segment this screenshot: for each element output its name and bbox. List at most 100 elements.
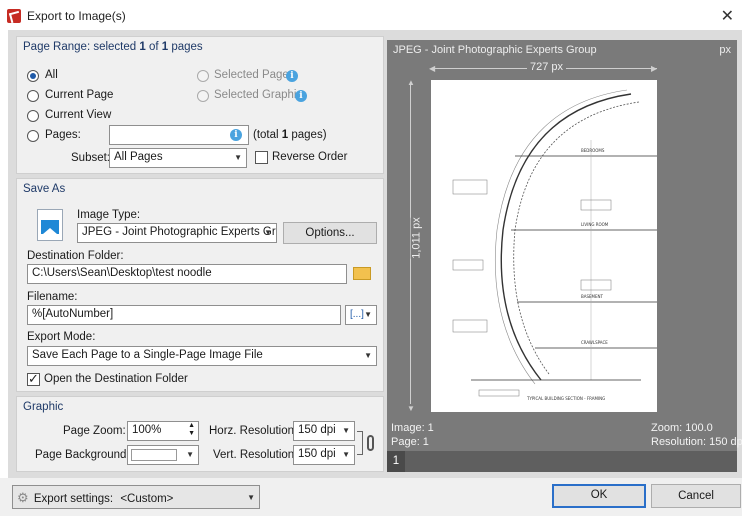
zoom-info: Zoom: 100.0 — [651, 422, 713, 434]
open-folder-label[interactable]: Open the Destination Folder — [44, 373, 188, 385]
export-settings-value: <Custom> — [120, 493, 174, 505]
preview-page: BEDROOMS LIVING ROOM BASEMENT CRAWLSPACE… — [431, 80, 657, 412]
destination-folder-input[interactable]: C:\Users\Sean\Desktop\test noodle — [27, 264, 347, 284]
reverse-order-label[interactable]: Reverse Order — [272, 151, 347, 163]
options-button[interactable]: Options... — [283, 222, 377, 244]
page-zoom-input[interactable]: 100% ▲ ▼ — [127, 421, 199, 441]
radio-pages[interactable] — [27, 130, 39, 142]
export-mode-select[interactable]: Save Each Page to a Single-Page Image Fi… — [27, 346, 377, 366]
chevron-down-icon: ▼ — [264, 228, 272, 237]
open-folder-checkbox[interactable] — [27, 371, 40, 387]
filename-label: Filename: — [27, 291, 78, 303]
save-as-title: Save As — [23, 183, 66, 195]
drawing-label: TYPICAL BUILDING SECTION - FRAMING — [526, 396, 605, 401]
image-type-label: Image Type: — [77, 209, 141, 221]
page-thumbnail-strip: 1 — [387, 451, 737, 472]
destination-folder-label: Destination Folder: — [27, 250, 124, 262]
radio-current-page[interactable] — [27, 90, 39, 102]
macro-button[interactable]: [...] ▼ — [345, 305, 377, 325]
macro-button-label: [...] — [350, 309, 364, 320]
graphic-title: Graphic — [23, 401, 64, 413]
arrow-down-icon: ▼ — [407, 404, 415, 413]
close-icon[interactable]: ✕ — [721, 6, 734, 26]
save-as-panel: Save As Image Type: JPEG - Joint Photogr… — [16, 178, 384, 392]
image-type-value: JPEG - Joint Photographic Experts Group — [82, 226, 277, 238]
export-mode-value: Save Each Page to a Single-Page Image Fi… — [32, 349, 263, 361]
export-settings-select[interactable]: ⚙ Export settings: <Custom> ▼ — [12, 485, 260, 509]
radio-pages-label[interactable]: Pages: — [45, 129, 81, 141]
export-settings-label: Export settings: — [33, 493, 114, 505]
drawing-label: BEDROOMS — [581, 148, 605, 153]
ok-button[interactable]: OK — [552, 484, 646, 508]
horz-resolution-label: Horz. Resolution: — [209, 425, 298, 437]
chevron-down-icon: ▼ — [234, 153, 242, 162]
chain-link-icon[interactable] — [367, 435, 374, 451]
preview-unit: px — [719, 44, 731, 56]
chevron-down-icon: ▼ — [342, 450, 350, 459]
link-bracket — [357, 431, 363, 455]
radio-current-view-label[interactable]: Current View — [45, 109, 111, 121]
page-thumbnail[interactable]: 1 — [387, 451, 405, 472]
preview-format-title: JPEG - Joint Photographic Experts Group — [393, 44, 597, 56]
radio-all-label[interactable]: All — [45, 69, 58, 81]
radio-selected-pages-label[interactable]: Selected Pages — [214, 69, 295, 81]
chevron-down-icon: ▼ — [364, 310, 372, 319]
vert-resolution-value: 150 dpi — [298, 448, 336, 460]
reverse-order-checkbox[interactable] — [255, 151, 268, 164]
drawing-label: LIVING ROOM — [581, 222, 609, 227]
horz-resolution-value: 150 dpi — [298, 424, 336, 436]
resolution-info: Resolution: 150 dpi — [651, 436, 742, 448]
arrow-right-icon: ▶ — [651, 64, 658, 73]
page-info: Page: 1 — [391, 436, 429, 448]
info-icon[interactable]: i — [230, 129, 242, 141]
drawing-label: BASEMENT — [581, 294, 604, 299]
cancel-button[interactable]: Cancel — [651, 484, 741, 508]
chevron-down-icon: ▼ — [364, 351, 372, 360]
page-zoom-value: 100% — [132, 424, 162, 436]
radio-selected-graphic[interactable] — [197, 90, 209, 102]
subset-value: All Pages — [114, 151, 163, 163]
color-swatch — [131, 449, 177, 461]
page-range-panel: Page Range: selected 1 of 1 pages All Cu… — [16, 36, 384, 174]
subset-select[interactable]: All Pages ▼ — [109, 148, 247, 168]
building-section-drawing: BEDROOMS LIVING ROOM BASEMENT CRAWLSPACE… — [452, 89, 657, 401]
pages-input[interactable] — [109, 125, 249, 145]
radio-selected-graphic-label[interactable]: Selected Graphic — [214, 89, 302, 101]
total-pages-text: (total 1 pages) — [253, 129, 327, 141]
chevron-down-icon: ▼ — [342, 426, 350, 435]
info-icon[interactable]: i — [286, 70, 298, 82]
page-background-label: Page Background: — [35, 449, 130, 461]
arrow-left-icon: ◀ — [429, 64, 436, 73]
drawing-label: CRAWLSPACE — [581, 340, 608, 345]
radio-current-view[interactable] — [27, 110, 39, 122]
window-title: Export to Image(s) — [27, 9, 126, 23]
chevron-down-icon: ▼ — [247, 493, 255, 502]
subset-label: Subset: — [71, 152, 110, 164]
title-bar: Export to Image(s) ✕ — [0, 0, 742, 30]
vert-resolution-select[interactable]: 150 dpi ▼ — [293, 445, 355, 465]
vert-resolution-label: Vert. Resolution: — [213, 449, 298, 461]
preview-pane: JPEG - Joint Photographic Experts Group … — [387, 40, 742, 472]
filename-input[interactable]: %[AutoNumber] — [27, 305, 341, 325]
radio-current-page-label[interactable]: Current Page — [45, 89, 113, 101]
image-info: Image: 1 — [391, 422, 434, 434]
page-background-color-picker[interactable]: ▼ — [127, 445, 199, 465]
spinner-icon[interactable]: ▲ ▼ — [188, 422, 195, 438]
width-label: 727 px — [527, 61, 567, 73]
dialog-footer: ⚙ Export settings: <Custom> ▼ OK Cancel — [0, 478, 742, 516]
app-logo-icon — [7, 9, 21, 23]
info-icon[interactable]: i — [295, 90, 307, 102]
export-mode-label: Export Mode: — [27, 331, 96, 343]
chevron-down-icon: ▼ — [186, 450, 194, 459]
horz-resolution-select[interactable]: 150 dpi ▼ — [293, 421, 355, 441]
radio-selected-pages[interactable] — [197, 70, 209, 82]
gear-icon: ⚙ — [17, 490, 29, 505]
height-label: 1,011 px — [410, 217, 423, 259]
folder-icon[interactable] — [353, 267, 371, 280]
radio-all[interactable] — [27, 70, 39, 82]
graphic-panel: Graphic Page Zoom: 100% ▲ ▼ Page Backgrou… — [16, 396, 384, 472]
page-zoom-label: Page Zoom: — [63, 425, 126, 437]
image-type-select[interactable]: JPEG - Joint Photographic Experts Group … — [77, 223, 277, 243]
page-range-title: Page Range: selected 1 of 1 pages — [23, 41, 203, 53]
arrow-up-icon: ▲ — [407, 78, 415, 87]
